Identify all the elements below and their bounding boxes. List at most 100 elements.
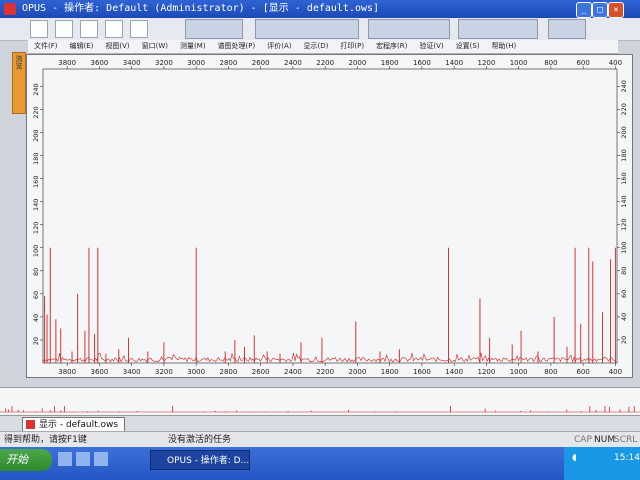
y-tick-label-right: 220 bbox=[620, 103, 628, 115]
y-tick-label: 220 bbox=[32, 106, 40, 118]
plot-area[interactable] bbox=[42, 68, 618, 364]
x-tick-label-top: 3000 bbox=[187, 59, 205, 67]
explorer-icon[interactable] bbox=[94, 452, 108, 466]
status-bar: 得到帮助，请按F1键 没有激活的任务 CAP NUM SCRL bbox=[0, 431, 640, 448]
toolbar bbox=[0, 18, 640, 41]
undo-icon[interactable] bbox=[105, 20, 123, 38]
clock: 15:14 bbox=[614, 453, 640, 463]
x-tick-label-top: 2600 bbox=[252, 59, 270, 67]
menu-item-4[interactable]: 测量(M) bbox=[174, 40, 212, 53]
menu-bar: 文件(F) 编辑(E) 视图(V) 窗口(W) 测量(M) 谱图处理(P) 评价(A) 显示(… bbox=[28, 40, 618, 54]
title-bar: OPUS - 操作者: Default (Administrator) - [显… bbox=[0, 0, 640, 18]
system-tray: ◖ 15:14 bbox=[564, 447, 640, 480]
x-tick-label-top: 800 bbox=[544, 59, 557, 67]
status-caps: CAP bbox=[574, 435, 592, 445]
y-tick-label-right: 160 bbox=[620, 172, 628, 184]
x-tick-label: 1600 bbox=[413, 368, 431, 376]
copy-icon[interactable] bbox=[130, 20, 148, 38]
taskbar: 开始 OPUS - 操作者: D... ◖ 15:14 bbox=[0, 447, 640, 480]
save-icon[interactable] bbox=[80, 20, 98, 38]
status-num: NUM bbox=[594, 435, 616, 445]
x-tick-label-top: 3600 bbox=[91, 59, 109, 67]
x-tick-label-top: 3200 bbox=[155, 59, 173, 67]
y-tick-label: 240 bbox=[32, 83, 40, 95]
overview-strip[interactable] bbox=[0, 387, 640, 416]
side-browser-tab[interactable]: 浏览 bbox=[12, 52, 26, 114]
x-tick-label-top: 1600 bbox=[413, 59, 431, 67]
window-title: OPUS - 操作者: Default (Administrator) - [显… bbox=[22, 3, 380, 14]
y-tick-label-right: 100 bbox=[620, 241, 628, 253]
status-tasks: 没有激活的任务 bbox=[168, 435, 232, 445]
x-tick-label-top: 1800 bbox=[381, 59, 399, 67]
y-tick-label-right: 120 bbox=[620, 218, 628, 230]
x-tick-label-top: 600 bbox=[576, 59, 589, 67]
status-help: 得到帮助，请按F1键 bbox=[4, 435, 87, 445]
maximize-button[interactable]: □ bbox=[592, 2, 608, 18]
x-tick-label: 3400 bbox=[123, 368, 141, 376]
open-icon[interactable] bbox=[30, 20, 48, 38]
x-tick-label: 400 bbox=[609, 368, 622, 376]
x-tick-label: 1000 bbox=[510, 368, 528, 376]
x-tick-label-top: 3400 bbox=[123, 59, 141, 67]
x-tick-label-top: 1400 bbox=[445, 59, 463, 67]
menu-item-1[interactable]: 编辑(E) bbox=[64, 40, 100, 53]
close-button[interactable]: ✕ bbox=[608, 2, 624, 18]
x-tick-label-top: 2200 bbox=[316, 59, 334, 67]
menu-item-0[interactable]: 文件(F) bbox=[28, 40, 64, 53]
document-tab-label: 显示 - default.ows bbox=[39, 420, 119, 430]
x-tick-label: 1800 bbox=[381, 368, 399, 376]
x-tick-label: 2000 bbox=[348, 368, 366, 376]
x-tick-label-top: 1000 bbox=[510, 59, 528, 67]
x-tick-label: 3600 bbox=[91, 368, 109, 376]
evaluate-toolbar-group[interactable] bbox=[458, 19, 538, 39]
y-tick-label-right: 20 bbox=[620, 336, 628, 344]
desktop-icon[interactable] bbox=[58, 452, 72, 466]
menu-item-6[interactable]: 评价(A) bbox=[261, 40, 297, 53]
menu-item-5[interactable]: 谱图处理(P) bbox=[212, 40, 262, 53]
volume-icon[interactable]: ◖ bbox=[572, 447, 577, 469]
menu-item-12[interactable]: 帮助(H) bbox=[486, 40, 523, 53]
side-tab-label: 浏览 bbox=[15, 55, 23, 69]
macro-toolbar-group[interactable] bbox=[548, 19, 586, 39]
menu-item-3[interactable]: 窗口(W) bbox=[136, 40, 174, 53]
spectrum-plot[interactable]: 3800 3800 3600 3600 3400 3400 3200 3200 3000 3000… bbox=[26, 54, 633, 378]
print-icon[interactable] bbox=[55, 20, 73, 38]
y-tick-label-right: 40 bbox=[620, 313, 628, 321]
menu-item-8[interactable]: 打印(P) bbox=[334, 40, 370, 53]
x-tick-label: 2200 bbox=[316, 368, 334, 376]
y-tick-label: 200 bbox=[32, 129, 40, 141]
x-tick-label: 600 bbox=[576, 368, 589, 376]
y-tick-label: 20 bbox=[32, 337, 40, 345]
menu-item-9[interactable]: 宏程序(R) bbox=[370, 40, 413, 53]
y-tick-label: 60 bbox=[32, 291, 40, 299]
minimize-button[interactable]: _ bbox=[576, 2, 592, 18]
y-tick-label-right: 60 bbox=[620, 290, 628, 298]
x-tick-label-top: 3800 bbox=[58, 59, 76, 67]
process-toolbar-group[interactable] bbox=[255, 19, 359, 39]
x-tick-label: 800 bbox=[544, 368, 557, 376]
x-tick-label-top: 2000 bbox=[348, 59, 366, 67]
menu-item-7[interactable]: 显示(D) bbox=[298, 40, 335, 53]
spectrum-chart[interactable]: 3800 3800 3600 3600 3400 3400 3200 3200 3000 3000… bbox=[27, 55, 632, 377]
overview-chart[interactable] bbox=[0, 388, 640, 416]
y-tick-label-right: 140 bbox=[620, 195, 628, 207]
ie-icon[interactable] bbox=[76, 452, 90, 466]
menu-item-2[interactable]: 视图(V) bbox=[99, 40, 135, 53]
x-tick-label: 2800 bbox=[220, 368, 238, 376]
measure-toolbar-group[interactable] bbox=[185, 19, 243, 39]
y-tick-label: 120 bbox=[32, 222, 40, 234]
document-icon bbox=[26, 420, 35, 429]
x-tick-label: 3200 bbox=[155, 368, 173, 376]
y-tick-label-right: 80 bbox=[620, 267, 628, 275]
menu-item-11[interactable]: 设置(S) bbox=[450, 40, 486, 53]
x-tick-label: 1200 bbox=[477, 368, 495, 376]
menu-item-10[interactable]: 验证(V) bbox=[413, 40, 449, 53]
display-toolbar-group[interactable] bbox=[368, 19, 450, 39]
x-tick-label: 2400 bbox=[284, 368, 302, 376]
taskbar-item-opus[interactable]: OPUS - 操作者: D... bbox=[150, 450, 250, 470]
x-tick-label: 3800 bbox=[58, 368, 76, 376]
x-tick-label: 1400 bbox=[445, 368, 463, 376]
app-icon bbox=[4, 3, 16, 15]
start-button[interactable]: 开始 bbox=[0, 449, 52, 471]
start-label: 开始 bbox=[6, 453, 28, 466]
